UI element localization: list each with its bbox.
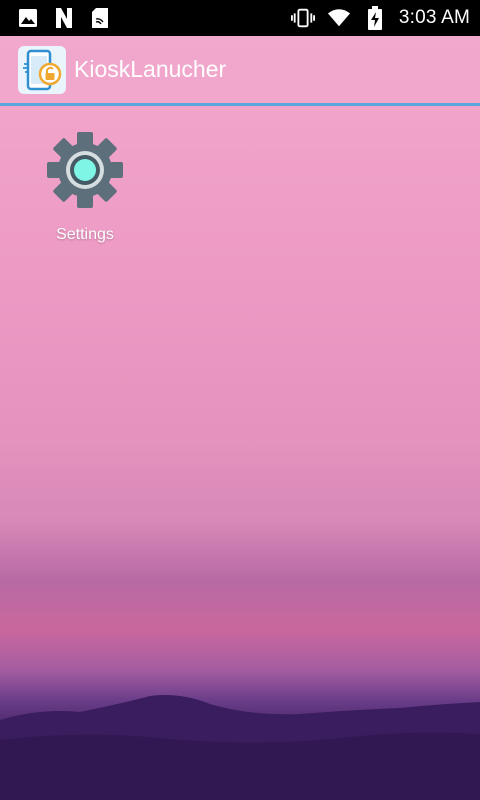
n-icon — [52, 6, 76, 30]
app-title: KioskLanucher — [74, 56, 227, 82]
wallpaper-hills — [0, 695, 480, 800]
status-left-icons — [0, 6, 291, 30]
app-action-bar: KioskLanucher — [0, 36, 480, 106]
vibrate-icon — [290, 6, 315, 30]
launcher-app-settings[interactable]: Settings — [30, 128, 140, 244]
status-right-icons: 3:03 AM — [290, 6, 480, 30]
battery-charging-icon — [363, 6, 387, 30]
launcher-app-label[interactable]: Settings — [56, 226, 114, 244]
kiosk-app-icon — [18, 45, 66, 94]
sd-card-icon — [88, 6, 112, 30]
wifi-icon — [327, 6, 351, 30]
image-icon — [16, 6, 40, 30]
home-screen: 3:03 AM KioskLanucher Settings — [0, 0, 480, 800]
status-clock: 3:03 AM — [398, 7, 470, 28]
settings-gear-icon[interactable] — [43, 128, 127, 212]
status-bar: 3:03 AM — [0, 0, 480, 36]
